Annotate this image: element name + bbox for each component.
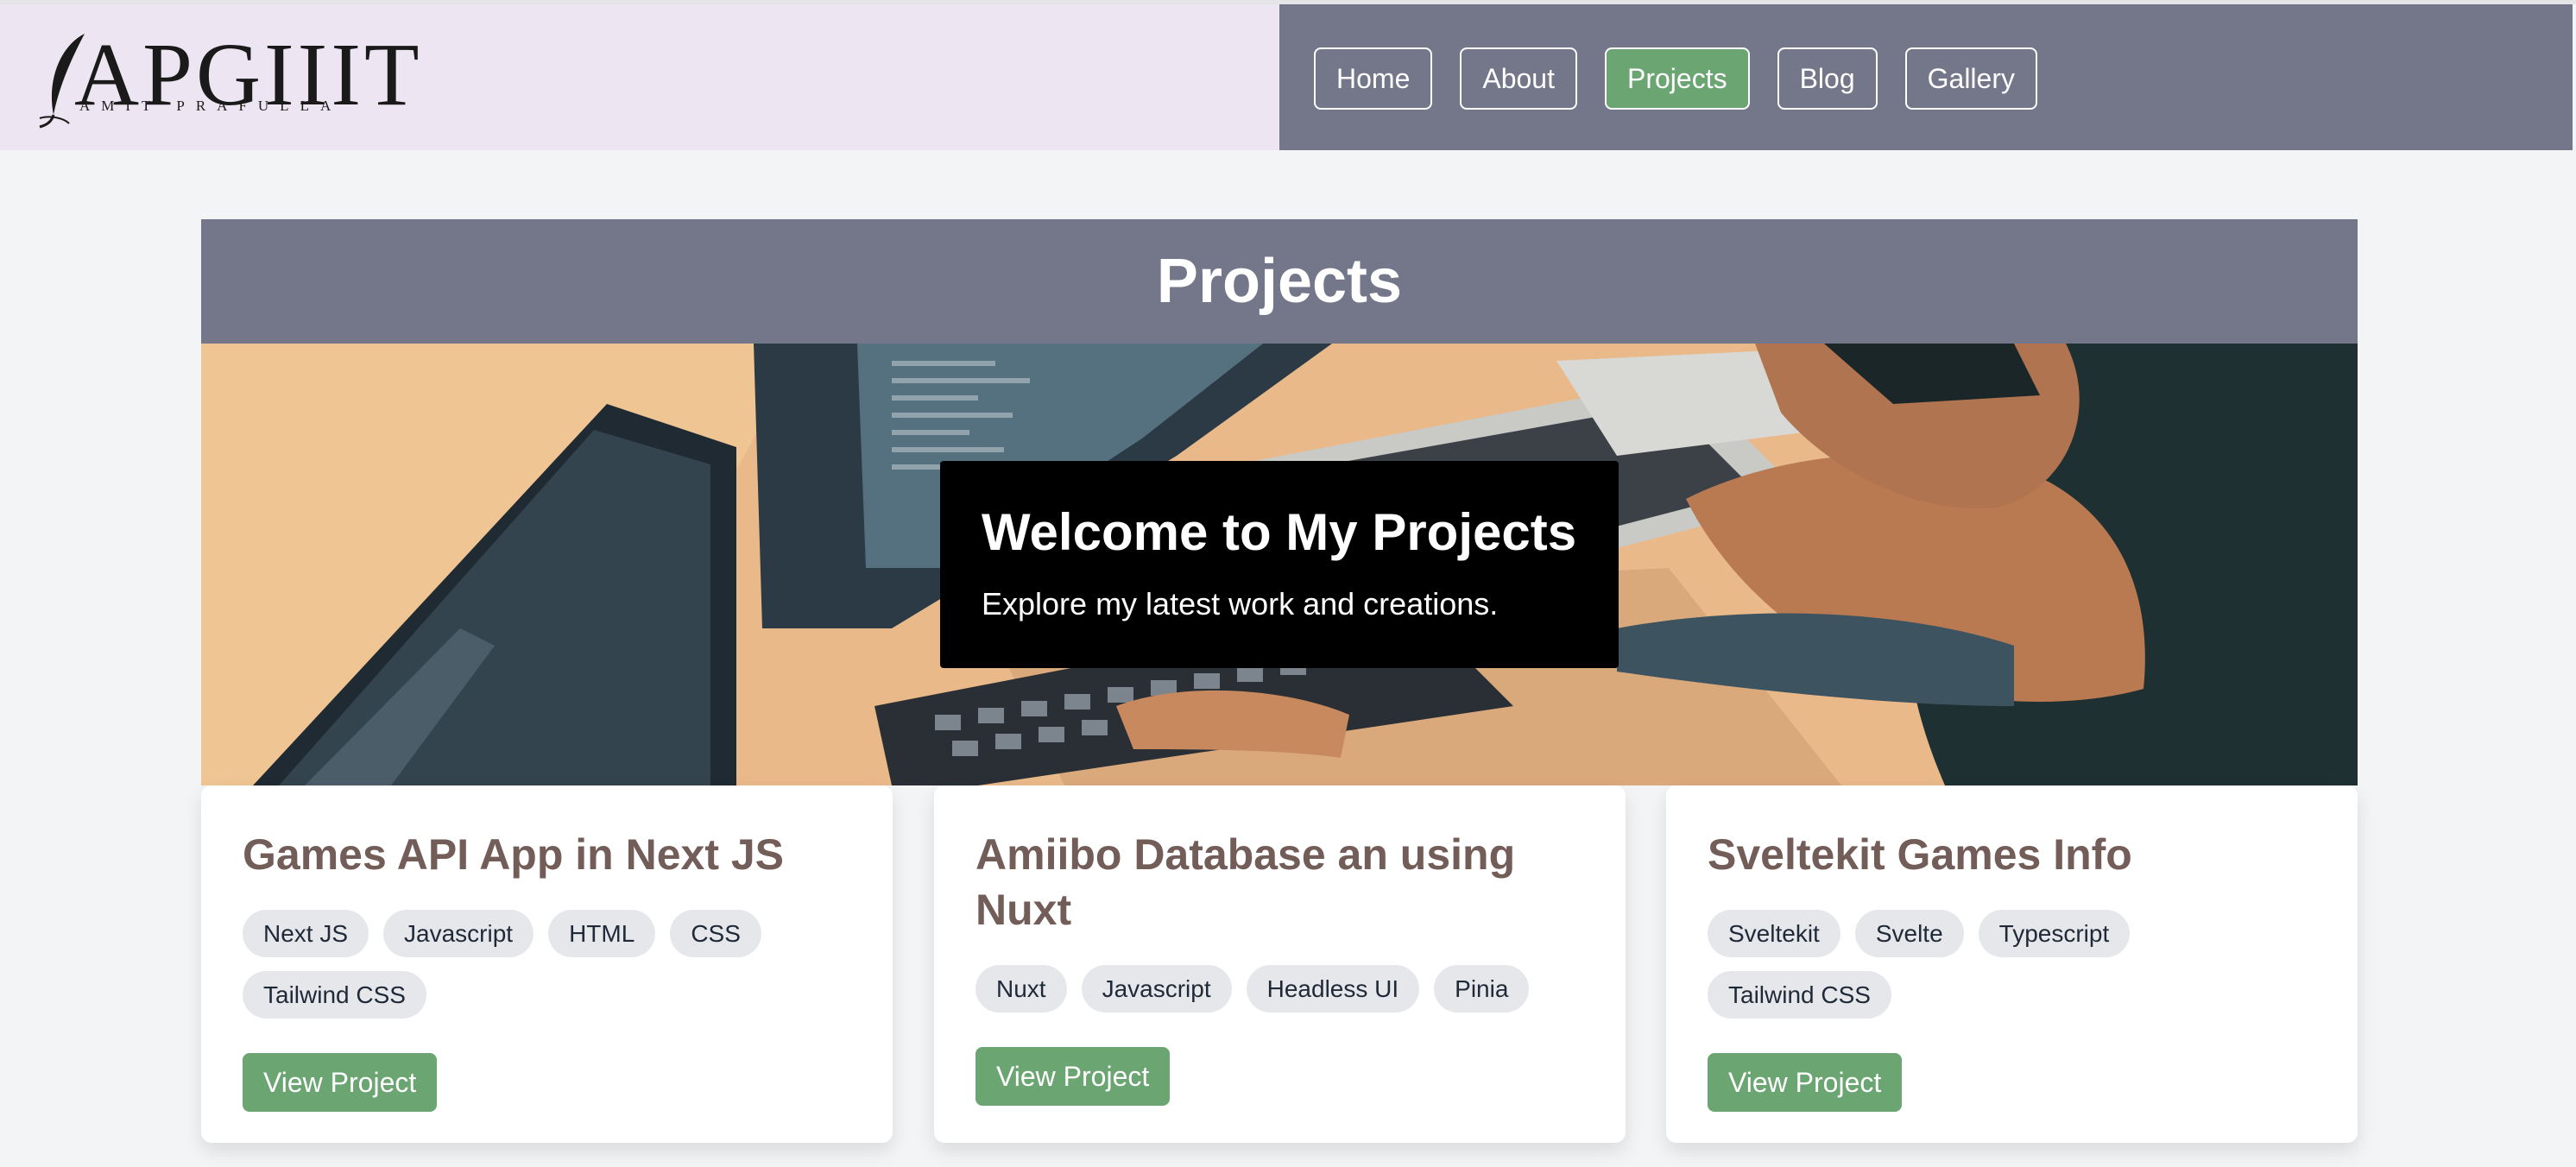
nav-home-button[interactable]: Home (1314, 47, 1433, 110)
project-card: Sveltekit Games Info Sveltekit Svelte Ty… (1666, 785, 2358, 1143)
hero-welcome-box: Welcome to My Projects Explore my latest… (940, 461, 1619, 668)
tag-pill: Next JS (243, 910, 369, 957)
page-title: Projects (1156, 247, 1403, 316)
project-card: Amiibo Database an using Nuxt Nuxt Javas… (934, 785, 1626, 1143)
tag-pill: Javascript (1081, 965, 1232, 1012)
project-card: Games API App in Next JS Next JS Javascr… (201, 785, 893, 1143)
tag-pill: Javascript (383, 910, 534, 957)
tag-pill: Svelte (1854, 910, 1964, 957)
logo-subtitle: AMIT PRAFULLA (79, 98, 343, 114)
tag-pill: Tailwind CSS (243, 971, 426, 1019)
tag-pill: Tailwind CSS (1708, 971, 1891, 1019)
projects-header: Projects (201, 219, 2358, 344)
project-tags: Nuxt Javascript Headless UI Pinia (975, 965, 1584, 1012)
header-brand-area: APGIIIT AMIT PRAFULLA (0, 4, 1279, 150)
project-tags: Next JS Javascript HTML CSS Tailwind CSS (243, 910, 851, 1019)
tag-pill: Typescript (1978, 910, 2131, 957)
project-card-title: Amiibo Database an using Nuxt (975, 830, 1516, 934)
tag-pill: CSS (670, 910, 761, 957)
tag-pill: Headless UI (1246, 965, 1420, 1012)
view-project-button[interactable]: View Project (243, 1053, 438, 1112)
nav-projects-button[interactable]: Projects (1604, 47, 1750, 110)
tag-pill: Sveltekit (1708, 910, 1840, 957)
main-nav: Home About Projects Blog Gallery (1314, 47, 2037, 110)
view-project-button[interactable]: View Project (1708, 1053, 1903, 1112)
hero-subtitle: Explore my latest work and creations. (982, 586, 1499, 621)
site-header: APGIIIT AMIT PRAFULLA Home About Project… (0, 4, 2576, 150)
tag-pill: Pinia (1434, 965, 1530, 1012)
brand-logo[interactable]: APGIIIT AMIT PRAFULLA (35, 25, 419, 132)
project-tags: Sveltekit Svelte Typescript Tailwind CSS (1708, 910, 2316, 1019)
hero-title: Welcome to My Projects (982, 503, 1577, 561)
nav-gallery-button[interactable]: Gallery (1904, 47, 2037, 110)
nav-blog-button[interactable]: Blog (1777, 47, 1878, 110)
tag-pill: HTML (548, 910, 656, 957)
view-project-button[interactable]: View Project (975, 1047, 1171, 1106)
tag-pill: Nuxt (975, 965, 1067, 1012)
nav-about-button[interactable]: About (1460, 47, 1577, 110)
project-card-title: Games API App in Next JS (243, 830, 785, 879)
project-card-title: Sveltekit Games Info (1708, 830, 2132, 879)
